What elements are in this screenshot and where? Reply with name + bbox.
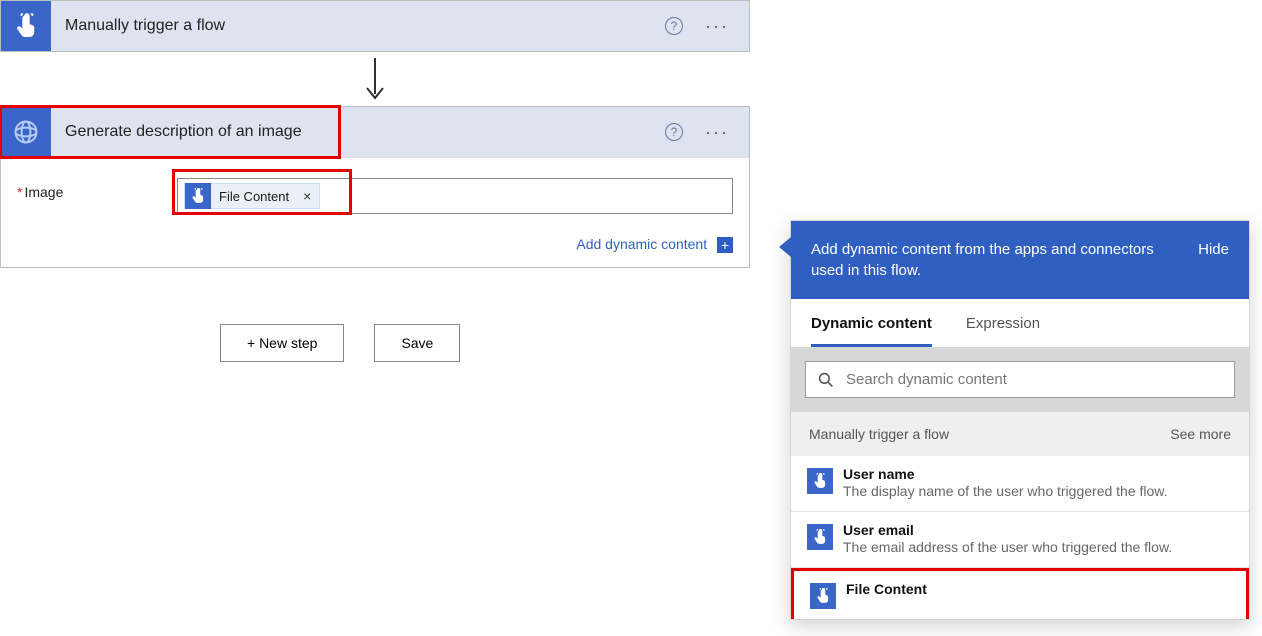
dynamic-item-user-name[interactable]: User name The display name of the user w… — [791, 456, 1249, 512]
manual-trigger-icon — [807, 524, 833, 550]
dynamic-item-file-content[interactable]: File Content — [791, 568, 1249, 619]
search-input[interactable] — [844, 370, 1222, 389]
tab-dynamic-content[interactable]: Dynamic content — [811, 315, 932, 347]
connector-arrow — [0, 52, 750, 106]
action-header[interactable]: Generate description of an image ? ··· — [1, 107, 749, 157]
dynamic-panel-header: Add dynamic content from the apps and co… — [791, 221, 1249, 299]
action-more-menu[interactable]: ··· — [705, 122, 729, 143]
dynamic-group-header: Manually trigger a flow See more — [791, 412, 1249, 456]
item-title: User email — [843, 522, 1172, 538]
help-icon[interactable]: ? — [665, 17, 683, 35]
see-more-link[interactable]: See more — [1170, 426, 1231, 442]
trigger-more-menu[interactable]: ··· — [705, 16, 729, 37]
hide-panel-link[interactable]: Hide — [1198, 239, 1229, 260]
search-dynamic-content[interactable] — [805, 361, 1235, 398]
action-title: Generate description of an image — [65, 123, 651, 141]
remove-token-icon[interactable]: × — [295, 188, 319, 204]
add-dynamic-content-link[interactable]: Add dynamic content — [576, 236, 707, 252]
item-title: File Content — [846, 581, 927, 597]
manual-trigger-icon — [1, 1, 51, 51]
search-icon — [818, 372, 834, 388]
trigger-title: Manually trigger a flow — [65, 17, 651, 35]
plus-icon[interactable]: + — [717, 237, 733, 253]
manual-trigger-icon — [807, 468, 833, 494]
dynamic-panel-title: Add dynamic content from the apps and co… — [811, 239, 1178, 281]
help-icon[interactable]: ? — [665, 123, 683, 141]
token-file-content[interactable]: File Content × — [184, 183, 320, 209]
item-desc: The display name of the user who trigger… — [843, 482, 1168, 501]
bottom-buttons: + New step Save — [220, 324, 780, 362]
flow-canvas: Manually trigger a flow ? ··· Generate d… — [0, 0, 780, 362]
image-input[interactable]: File Content × — [177, 178, 733, 214]
trigger-card[interactable]: Manually trigger a flow ? ··· — [0, 0, 750, 52]
manual-trigger-icon — [185, 183, 211, 209]
action-body: *Image File Content × — [1, 157, 749, 226]
tab-expression[interactable]: Expression — [966, 315, 1040, 347]
trigger-header[interactable]: Manually trigger a flow ? ··· — [1, 1, 749, 51]
dynamic-content-panel: Add dynamic content from the apps and co… — [790, 220, 1250, 620]
dynamic-item-user-email[interactable]: User email The email address of the user… — [791, 512, 1249, 568]
callout-arrow-icon — [779, 237, 791, 257]
field-label-image: *Image — [17, 178, 167, 200]
group-title: Manually trigger a flow — [809, 426, 949, 442]
action-card: Generate description of an image ? ··· *… — [0, 106, 750, 268]
manual-trigger-icon — [810, 583, 836, 609]
add-dynamic-row: Add dynamic content + — [1, 226, 749, 267]
ai-action-icon — [1, 107, 51, 157]
save-button[interactable]: Save — [374, 324, 460, 362]
new-step-button[interactable]: + New step — [220, 324, 344, 362]
item-title: User name — [843, 466, 1168, 482]
dynamic-panel-tabs: Dynamic content Expression — [791, 299, 1249, 347]
item-desc: The email address of the user who trigge… — [843, 538, 1172, 557]
